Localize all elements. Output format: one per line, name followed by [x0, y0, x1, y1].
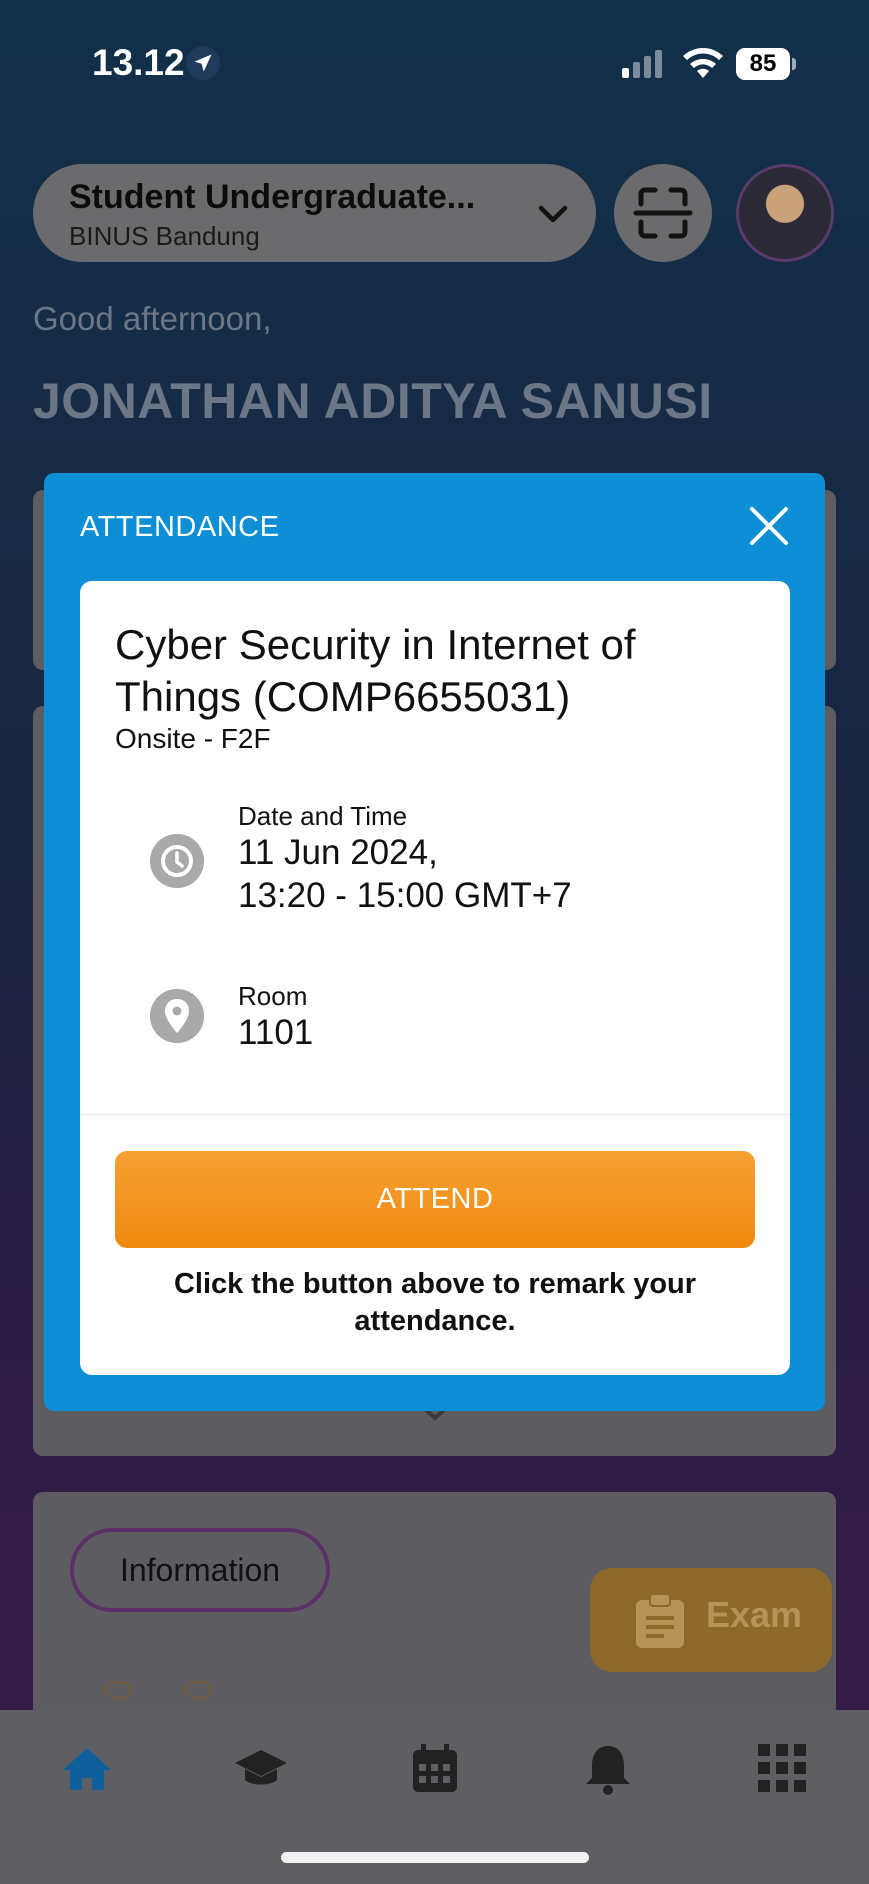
- home-indicator[interactable]: [281, 1852, 589, 1863]
- scan-button[interactable]: [614, 164, 712, 262]
- modal-title: ATTENDANCE: [80, 511, 280, 543]
- exam-button[interactable]: Exam: [590, 1568, 832, 1672]
- scan-icon: [633, 187, 693, 239]
- datetime-label: Date and Time: [238, 801, 408, 831]
- binus-logo: [103, 1681, 213, 1699]
- avatar[interactable]: [736, 164, 834, 262]
- course-title: Cyber Security in Internet of Things (CO…: [115, 621, 636, 720]
- role-selector[interactable]: Student Undergraduate... BINUS Bandung: [33, 164, 596, 262]
- divider: [80, 1114, 790, 1115]
- grid-icon[interactable]: [752, 1738, 812, 1798]
- room-label: Room: [238, 981, 308, 1011]
- clipboard-icon: [636, 1593, 684, 1648]
- attend-hint: Click the button above to remark your at…: [173, 1268, 697, 1337]
- close-icon[interactable]: [748, 505, 790, 547]
- course-mode: Onsite - F2F: [115, 723, 271, 754]
- role-subtitle: BINUS Bandung: [69, 221, 260, 251]
- calendar-icon[interactable]: [405, 1738, 465, 1798]
- role-title: Student Undergraduate...: [69, 178, 476, 216]
- room-value: 1101: [238, 1013, 314, 1052]
- clock-icon: [150, 834, 204, 888]
- home-icon[interactable]: [57, 1738, 117, 1798]
- greeting: Good afternoon,: [33, 300, 272, 337]
- exam-label: Exam: [706, 1594, 803, 1635]
- location-pin-icon: [150, 989, 204, 1043]
- graduation-cap-icon[interactable]: [231, 1738, 291, 1798]
- user-name: JONATHAN ADITYA SANUSI: [33, 373, 713, 429]
- date-value: 11 Jun 2024,: [238, 833, 438, 872]
- attendance-modal: ATTENDANCE Cyber Security in Internet of…: [44, 473, 825, 1411]
- attend-button[interactable]: ATTEND: [115, 1151, 755, 1248]
- attendance-card: Cyber Security in Internet of Things (CO…: [80, 581, 790, 1375]
- chevron-down-icon: [538, 205, 568, 223]
- bell-icon[interactable]: [578, 1738, 638, 1798]
- information-tab[interactable]: Information: [70, 1528, 330, 1612]
- time-value: 13:20 - 15:00 GMT+7: [238, 876, 572, 915]
